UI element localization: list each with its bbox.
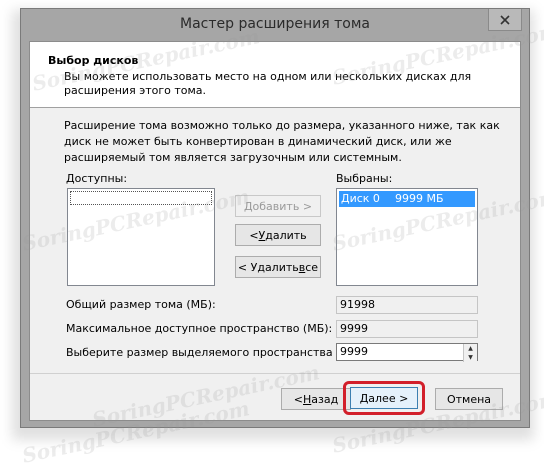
remove-label-post: далить: [265, 228, 307, 242]
back-label-accel: Н: [303, 392, 312, 406]
next-label-accel: Д: [359, 391, 369, 405]
next-label-post: алее >: [368, 391, 409, 405]
alloc-size-value: 9999: [340, 345, 368, 358]
total-size-label: Общий размер тома (МБ):: [66, 298, 216, 311]
max-space-field: 9999: [336, 320, 478, 338]
wizard-header: Выбор дисков Вы можете использовать мест…: [30, 42, 520, 108]
max-space-label: Максимальное доступное пространство (МБ)…: [66, 322, 333, 335]
remove-all-button[interactable]: < Удалить в се: [235, 256, 321, 278]
back-label-pre: <: [293, 392, 303, 406]
back-button[interactable]: < Назад: [281, 388, 351, 410]
close-icon: [500, 14, 510, 25]
remove-all-label-pre: < Удалить: [237, 260, 299, 274]
back-label-post: азад: [311, 392, 339, 406]
list-item[interactable]: Диск 0 9999 МБ: [339, 191, 475, 207]
disk-name: Диск 0: [341, 192, 380, 205]
disk-size: 9999 МБ: [395, 192, 444, 205]
title-bar[interactable]: Мастер расширения тома: [21, 9, 529, 41]
dialog-window: Мастер расширения тома Выбор дисков Вы м…: [20, 8, 530, 428]
info-text: Расширение тома возможно только до разме…: [64, 119, 500, 164]
next-button[interactable]: Далее >: [350, 387, 418, 409]
window-title: Мастер расширения тома: [179, 16, 371, 32]
remove-all-label-post: се: [305, 260, 319, 274]
selected-listbox[interactable]: Диск 0 9999 МБ: [336, 188, 478, 286]
add-label-post: обавить >: [252, 199, 313, 213]
add-label-accel: Д: [243, 199, 253, 213]
cancel-button[interactable]: Отмена: [435, 388, 503, 410]
alloc-size-label: Выберите размер выделяемого пространства…: [66, 346, 366, 359]
page-title: Выбор дисков: [48, 54, 139, 67]
remove-button[interactable]: < Удалить: [235, 224, 321, 246]
alloc-size-input[interactable]: 9999 ▲ ▼: [336, 343, 478, 362]
add-button[interactable]: Добавить >: [235, 195, 321, 217]
close-button[interactable]: [488, 9, 522, 31]
remove-label-pre: <: [249, 228, 259, 242]
dialog-client: Выбор дисков Вы можете использовать мест…: [29, 41, 521, 421]
selected-label: Выбраны:: [336, 172, 393, 185]
footer-divider: [30, 373, 520, 374]
alloc-size-spinner[interactable]: ▲ ▼: [463, 344, 477, 362]
available-listbox[interactable]: [67, 188, 215, 286]
total-size-field: 91998: [336, 296, 478, 314]
available-label: Доступны:: [66, 172, 128, 185]
spin-down-icon[interactable]: ▼: [464, 353, 477, 362]
focus-rect: [70, 191, 212, 205]
remove-label-accel: У: [258, 228, 266, 242]
page-description: Вы можете использовать место на одном ил…: [64, 70, 472, 97]
